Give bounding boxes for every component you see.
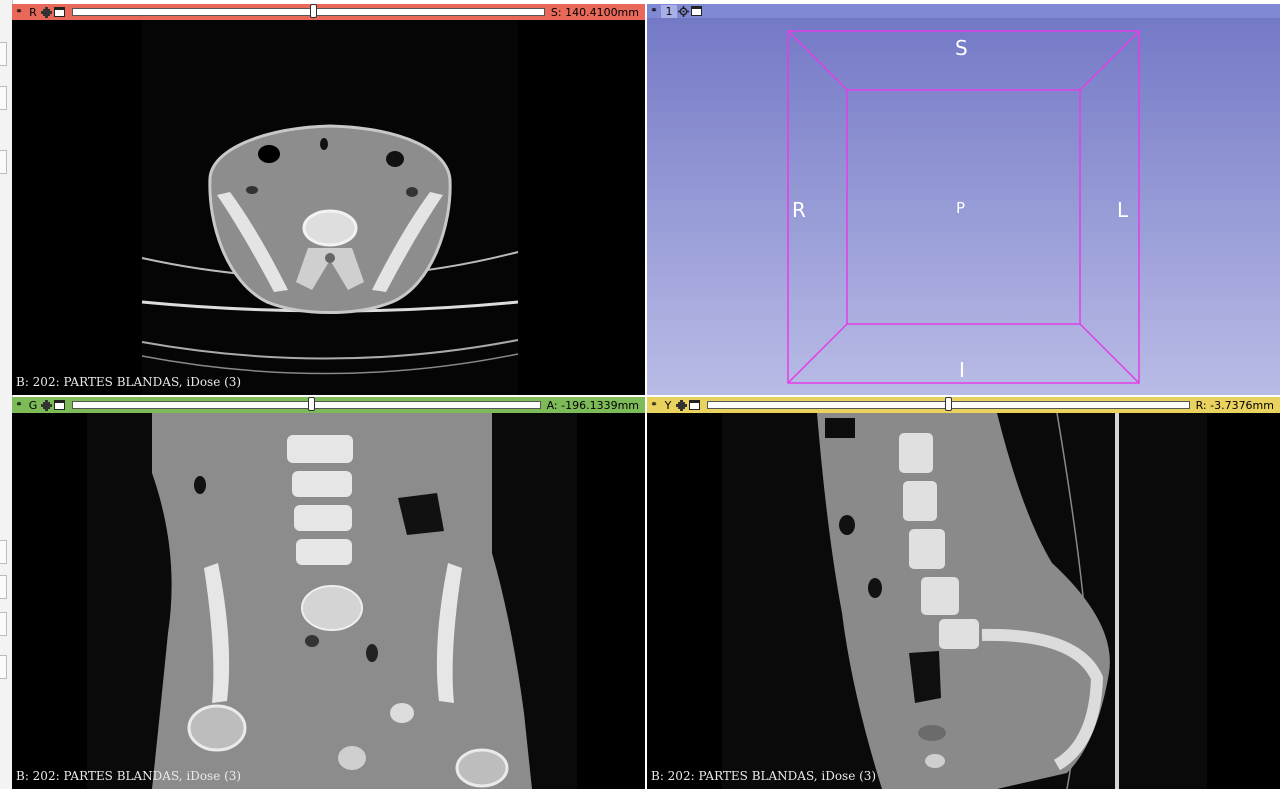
orientation-label-posterior: P xyxy=(956,199,966,217)
pin-icon[interactable]: ⚭ xyxy=(647,6,661,16)
orientation-label-superior: S xyxy=(955,36,968,60)
threed-view[interactable]: ⚭ 1 S I R L P xyxy=(647,4,1280,395)
link-icon[interactable] xyxy=(675,399,688,412)
slice-offset-value: A: -196.1339mm xyxy=(546,398,639,412)
volume-caption: B: 202: PARTES BLANDAS, iDose (3) xyxy=(16,375,242,389)
threed-view-controller: ⚭ 1 xyxy=(647,4,1280,18)
maximize-icon[interactable] xyxy=(53,399,66,412)
coronal-ct-image[interactable]: B: 202: PARTES BLANDAS, iDose (3) xyxy=(12,413,645,789)
maximize-icon[interactable] xyxy=(688,399,701,412)
orientation-label-right: R xyxy=(792,198,806,222)
green-view-controller: ⚭ G A: -196.1339mm xyxy=(12,397,645,413)
axial-ct-image[interactable]: B: 202: PARTES BLANDAS, iDose (3) xyxy=(12,20,645,395)
panel-handle[interactable] xyxy=(0,150,7,174)
pin-icon[interactable]: ⚭ xyxy=(647,400,661,410)
orientation-label-left: L xyxy=(1117,198,1129,222)
volume-caption: B: 202: PARTES BLANDAS, iDose (3) xyxy=(651,769,877,783)
maximize-icon[interactable] xyxy=(690,5,703,18)
panel-handle[interactable] xyxy=(0,86,7,110)
yellow-slice-view[interactable]: ⚭ Y R: -3.7376mm B: 202: PARTES BLANDAS,… xyxy=(647,397,1280,789)
threed-render-area[interactable]: S I R L P xyxy=(647,18,1280,395)
red-slice-view[interactable]: ⚭ R S: 140.4100mm B: 202: PARTES BLANDAS… xyxy=(12,4,645,395)
slice-offset-slider[interactable] xyxy=(72,4,545,18)
view-label: R xyxy=(29,5,37,19)
link-icon[interactable] xyxy=(40,6,53,19)
orientation-label-inferior: I xyxy=(959,358,965,382)
red-view-controller: ⚭ R S: 140.4100mm xyxy=(12,4,645,20)
slice-offset-value: R: -3.7376mm xyxy=(1195,398,1274,412)
gear-icon[interactable] xyxy=(677,5,690,18)
green-slice-view[interactable]: ⚭ G A: -196.1339mm B: 202: PARTES BLANDA… xyxy=(12,397,645,789)
maximize-icon[interactable] xyxy=(53,6,66,19)
volume-caption: B: 202: PARTES BLANDAS, iDose (3) xyxy=(16,769,242,783)
view-label: G xyxy=(28,398,38,412)
sagittal-ct-image[interactable]: B: 202: PARTES BLANDAS, iDose (3) xyxy=(647,413,1280,789)
slider-handle[interactable] xyxy=(310,4,318,18)
pin-icon[interactable]: ⚭ xyxy=(12,7,26,17)
panel-handle[interactable] xyxy=(0,655,7,679)
slice-offset-value: S: 140.4100mm xyxy=(550,5,639,19)
slider-handle[interactable] xyxy=(307,397,315,411)
slider-handle[interactable] xyxy=(945,397,953,411)
view-label: 1 xyxy=(661,4,677,18)
panel-handle[interactable] xyxy=(0,540,7,564)
view-label: Y xyxy=(664,398,672,412)
yellow-view-controller: ⚭ Y R: -3.7376mm xyxy=(647,397,1280,413)
slice-offset-slider[interactable] xyxy=(707,397,1190,411)
panel-handle[interactable] xyxy=(0,42,7,66)
pin-icon[interactable]: ⚭ xyxy=(12,400,26,410)
link-icon[interactable] xyxy=(40,399,53,412)
panel-handle[interactable] xyxy=(0,575,7,599)
slice-offset-slider[interactable] xyxy=(72,397,541,411)
panel-handle[interactable] xyxy=(0,612,7,636)
